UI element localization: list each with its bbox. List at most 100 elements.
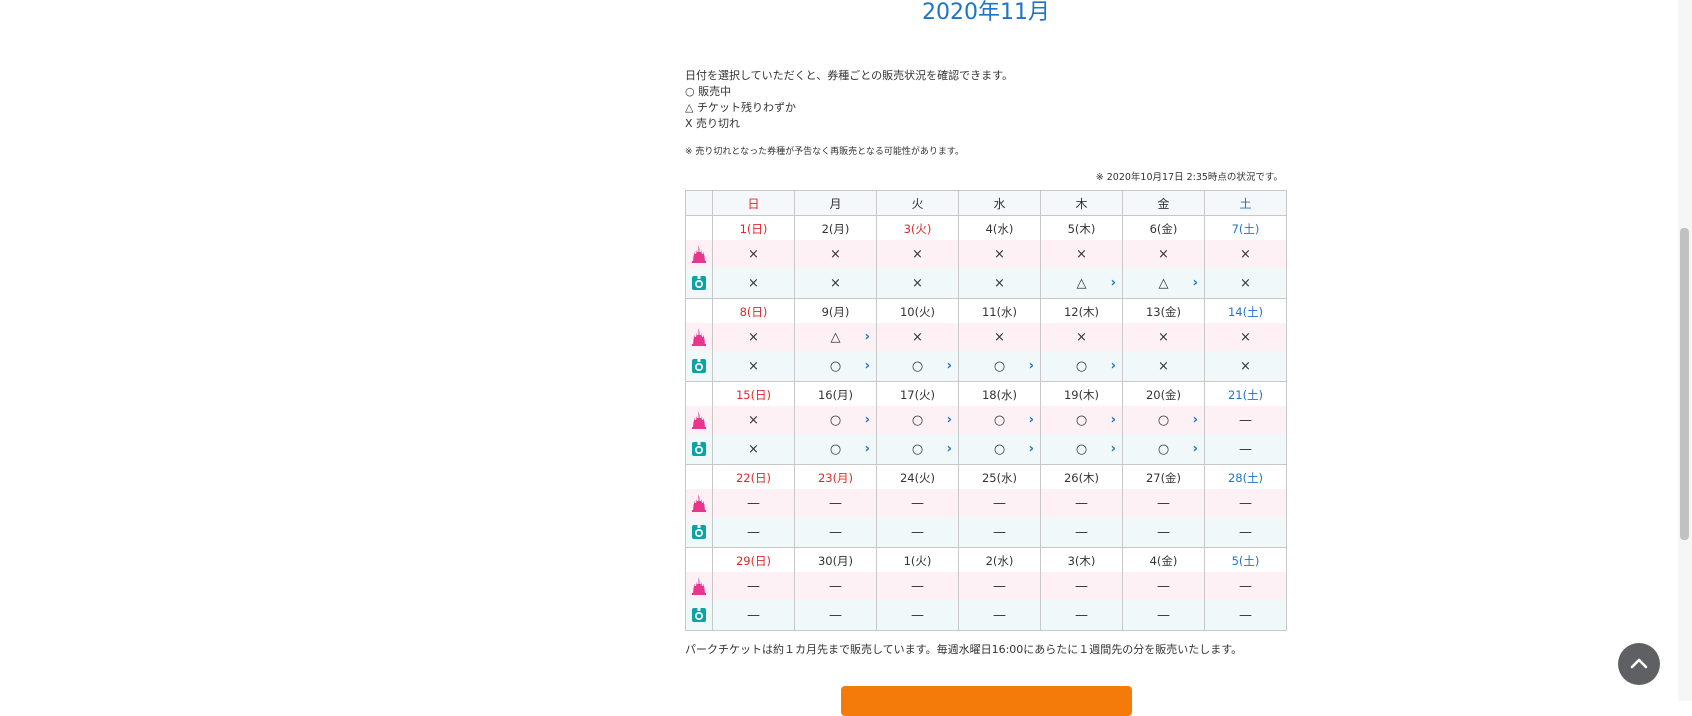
date-cell[interactable]: 5(土) bbox=[1204, 547, 1287, 572]
back-to-top-button[interactable] bbox=[1618, 643, 1660, 685]
globe-icon bbox=[692, 359, 706, 373]
date-cell[interactable]: 14(土) bbox=[1204, 298, 1287, 323]
date-cell[interactable]: 6(金) bbox=[1122, 215, 1205, 240]
date-cell[interactable]: 1(日) bbox=[712, 215, 795, 240]
land-ticket-icon-cell bbox=[685, 323, 713, 351]
date-cell[interactable]: 4(金) bbox=[1122, 547, 1205, 572]
date-cell[interactable]: 8(日) bbox=[712, 298, 795, 323]
date-cell[interactable]: 27(金) bbox=[1122, 464, 1205, 489]
date-cell[interactable]: 3(木) bbox=[1040, 547, 1123, 572]
sea-ticket-status-cell[interactable]: ○ › bbox=[794, 434, 877, 465]
land-ticket-status-cell: — bbox=[876, 489, 959, 517]
land-ticket-status-cell[interactable]: ○ › bbox=[876, 406, 959, 434]
date-cell[interactable]: 7(土) bbox=[1204, 215, 1287, 240]
date-cell[interactable]: 17(火) bbox=[876, 381, 959, 406]
weekday-fri: 金 bbox=[1122, 190, 1205, 216]
availability-mark: — bbox=[1239, 441, 1252, 457]
purchase-button[interactable] bbox=[841, 686, 1132, 716]
date-cell[interactable]: 2(水) bbox=[958, 547, 1041, 572]
date-cell[interactable]: 20(金) bbox=[1122, 381, 1205, 406]
sea-ticket-status-cell[interactable]: △ › bbox=[1040, 268, 1123, 299]
date-cell[interactable]: 12(木) bbox=[1040, 298, 1123, 323]
date-cell[interactable]: 21(土) bbox=[1204, 381, 1287, 406]
chevron-right-icon[interactable]: › bbox=[865, 442, 870, 457]
weekday-sat: 土 bbox=[1204, 190, 1287, 216]
chevron-right-icon[interactable]: › bbox=[1029, 442, 1034, 457]
sea-ticket-status-cell: × bbox=[712, 351, 795, 382]
date-cell[interactable]: 30(月) bbox=[794, 547, 877, 572]
legend-available: ○ 販売中 bbox=[685, 85, 732, 98]
sea-ticket-status-cell[interactable]: ○ › bbox=[1040, 351, 1123, 382]
chevron-right-icon[interactable]: › bbox=[947, 359, 952, 374]
land-ticket-status-cell[interactable]: ○ › bbox=[958, 406, 1041, 434]
legend-sold-out: X 売り切れ bbox=[685, 117, 741, 130]
sea-ticket-status-cell: — bbox=[876, 600, 959, 631]
land-ticket-status-cell: × bbox=[958, 240, 1041, 268]
date-cell[interactable]: 2(月) bbox=[794, 215, 877, 240]
chevron-right-icon[interactable]: › bbox=[1029, 413, 1034, 428]
availability-mark: — bbox=[1239, 524, 1252, 540]
sea-ticket-status-cell: — bbox=[876, 517, 959, 548]
chevron-right-icon[interactable]: › bbox=[865, 330, 870, 345]
availability-mark: △ bbox=[1076, 275, 1087, 291]
land-ticket-status-cell[interactable]: ○ › bbox=[1122, 406, 1205, 434]
land-ticket-status-cell: × bbox=[1040, 323, 1123, 351]
sea-ticket-status-cell[interactable]: ○ › bbox=[876, 351, 959, 382]
land-ticket-status-cell[interactable]: ○ › bbox=[794, 406, 877, 434]
land-ticket-status-cell[interactable]: ○ › bbox=[1040, 406, 1123, 434]
intro-text: 日付を選択していただくと、券種ごとの販売状況を確認できます。 ○ 販売中 △ チ… bbox=[685, 68, 1287, 132]
date-cell[interactable]: 16(月) bbox=[794, 381, 877, 406]
scrollbar-thumb[interactable] bbox=[1680, 228, 1689, 540]
date-cell[interactable]: 22(日) bbox=[712, 464, 795, 489]
page-scrollbar[interactable] bbox=[1678, 0, 1692, 701]
chevron-right-icon[interactable]: › bbox=[1111, 359, 1116, 374]
globe-icon bbox=[692, 276, 706, 290]
land-ticket-status-cell: × bbox=[794, 240, 877, 268]
chevron-right-icon[interactable]: › bbox=[1029, 359, 1034, 374]
sea-ticket-status-cell[interactable]: ○ › bbox=[794, 351, 877, 382]
date-cell[interactable]: 24(火) bbox=[876, 464, 959, 489]
date-cell[interactable]: 13(金) bbox=[1122, 298, 1205, 323]
sea-ticket-status-cell[interactable]: ○ › bbox=[1040, 434, 1123, 465]
sea-ticket-status-cell[interactable]: ○ › bbox=[958, 351, 1041, 382]
calendar-section: 2020年11月 日付を選択していただくと、券種ごとの販売状況を確認できます。 … bbox=[685, 0, 1287, 657]
availability-mark: ○ bbox=[993, 412, 1006, 428]
chevron-right-icon[interactable]: › bbox=[1111, 442, 1116, 457]
availability-mark: — bbox=[747, 524, 760, 540]
date-cell[interactable]: 3(火) bbox=[876, 215, 959, 240]
date-cell[interactable]: 29(日) bbox=[712, 547, 795, 572]
date-cell[interactable]: 28(土) bbox=[1204, 464, 1287, 489]
date-cell[interactable]: 15(日) bbox=[712, 381, 795, 406]
sea-ticket-status-cell[interactable]: ○ › bbox=[958, 434, 1041, 465]
chevron-right-icon[interactable]: › bbox=[1193, 442, 1198, 457]
land-ticket-status-cell[interactable]: △ › bbox=[794, 323, 877, 351]
sea-ticket-row: × ○ › ○ › ○ › ○ › × × bbox=[685, 351, 1287, 382]
date-cell[interactable]: 10(火) bbox=[876, 298, 959, 323]
chevron-right-icon[interactable]: › bbox=[865, 359, 870, 374]
date-cell[interactable]: 11(水) bbox=[958, 298, 1041, 323]
chevron-right-icon[interactable]: › bbox=[947, 442, 952, 457]
date-cell[interactable]: 18(水) bbox=[958, 381, 1041, 406]
date-cell[interactable]: 9(月) bbox=[794, 298, 877, 323]
sea-ticket-status-cell[interactable]: ○ › bbox=[1122, 434, 1205, 465]
date-cell[interactable]: 4(水) bbox=[958, 215, 1041, 240]
availability-mark: ○ bbox=[911, 412, 924, 428]
chevron-right-icon[interactable]: › bbox=[1111, 276, 1116, 291]
date-cell[interactable]: 26(木) bbox=[1040, 464, 1123, 489]
land-ticket-status-cell: — bbox=[1040, 489, 1123, 517]
availability-mark: ○ bbox=[1075, 412, 1088, 428]
sea-ticket-status-cell[interactable]: ○ › bbox=[876, 434, 959, 465]
date-cell[interactable]: 23(月) bbox=[794, 464, 877, 489]
date-cell[interactable]: 5(木) bbox=[1040, 215, 1123, 240]
chevron-right-icon[interactable]: › bbox=[865, 413, 870, 428]
date-cell[interactable]: 19(木) bbox=[1040, 381, 1123, 406]
date-cell[interactable]: 1(火) bbox=[876, 547, 959, 572]
land-ticket-status-cell: × bbox=[958, 323, 1041, 351]
chevron-right-icon[interactable]: › bbox=[1111, 413, 1116, 428]
chevron-right-icon[interactable]: › bbox=[1193, 276, 1198, 291]
date-cell[interactable]: 25(水) bbox=[958, 464, 1041, 489]
chevron-right-icon[interactable]: › bbox=[947, 413, 952, 428]
sea-ticket-status-cell: — bbox=[1204, 600, 1287, 631]
chevron-right-icon[interactable]: › bbox=[1193, 413, 1198, 428]
sea-ticket-status-cell[interactable]: △ › bbox=[1122, 268, 1205, 299]
